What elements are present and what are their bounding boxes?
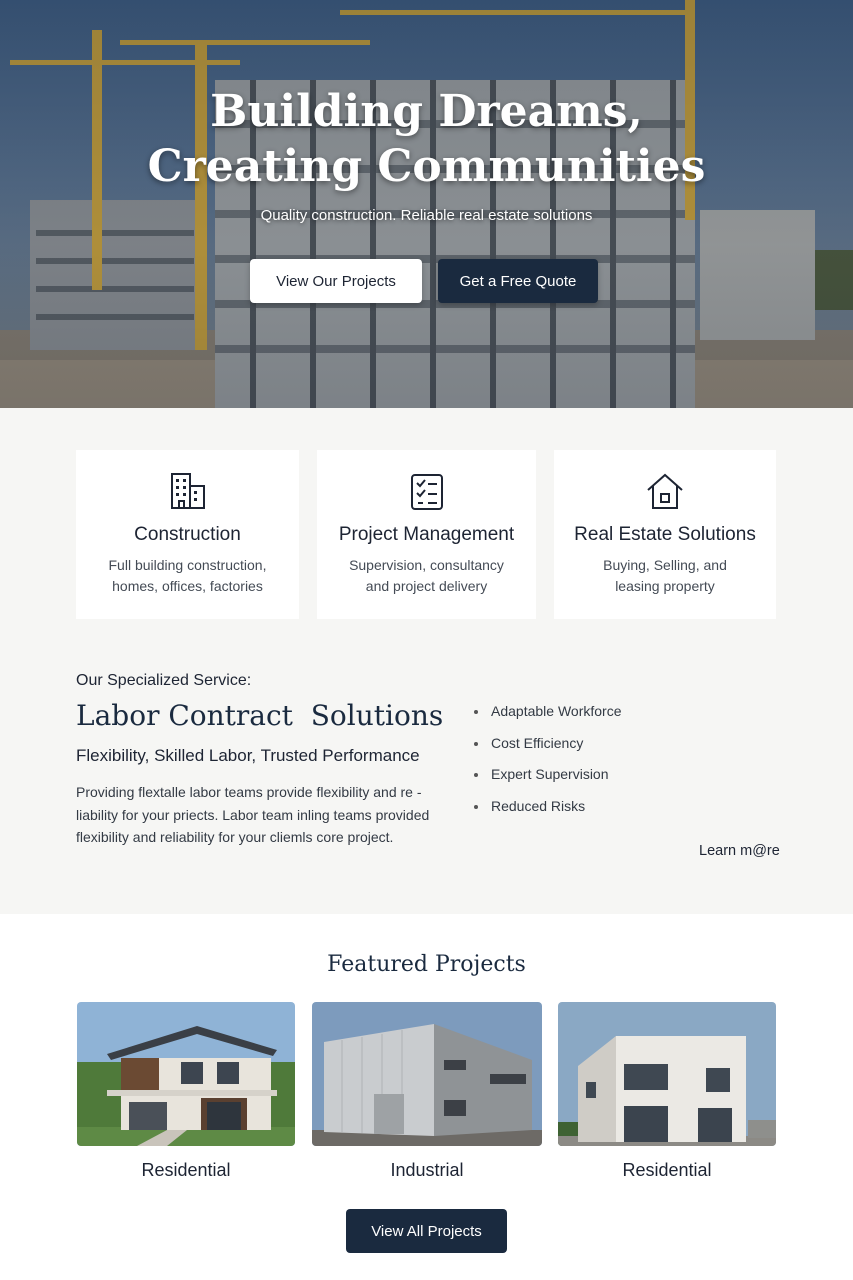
checklist-icon xyxy=(317,470,536,512)
service-description: Buying, Selling, and leasing property xyxy=(572,555,758,597)
specialized-title: Labor Contract Solutions xyxy=(76,699,444,732)
project-label: Residential xyxy=(141,1160,231,1180)
hero-title-line2: Creating Communities xyxy=(147,141,706,192)
hero-subtitle: Quality construction. Reliable real esta… xyxy=(260,207,593,224)
house-icon xyxy=(554,470,776,512)
hero-section: Building Dreams, Creating Communities Qu… xyxy=(0,0,853,408)
project-image-residential-modern[interactable] xyxy=(558,1002,776,1146)
view-projects-button[interactable]: View Our Projects xyxy=(250,259,422,303)
service-description-line: leasing property xyxy=(615,578,715,594)
featured-title: Featured Projects xyxy=(327,952,526,977)
hero-title: Building Dreams, Creating Communities xyxy=(0,84,853,194)
service-title: Project Management xyxy=(338,524,515,545)
service-description: Supervision, consultancy and project del… xyxy=(335,555,518,597)
service-description-line: Buying, Selling, and xyxy=(603,557,727,573)
free-quote-button[interactable]: Get a Free Quote xyxy=(438,259,598,303)
hero-title-line1: Building Dreams, xyxy=(210,86,643,137)
service-description-line: Full building construction, xyxy=(108,557,267,573)
service-card-construction[interactable]: Construction Full building construction,… xyxy=(76,450,299,619)
view-all-projects-button[interactable]: View All Projects xyxy=(346,1209,507,1253)
service-description-line: and project delivery xyxy=(365,578,488,594)
list-item: Adaptable Workforce xyxy=(474,700,621,732)
description-line: liability for your priects. Labor team i… xyxy=(76,806,430,823)
hero-overlay xyxy=(0,0,853,408)
specialized-kicker: Our Specialized Service: xyxy=(76,672,252,689)
learn-more-link[interactable]: Learn m@re xyxy=(699,843,780,859)
project-image-industrial[interactable] xyxy=(312,1002,542,1146)
list-item: Cost Efficiency xyxy=(474,732,621,764)
service-description-line: homes, offices, factories xyxy=(112,578,263,594)
service-card-project-management[interactable]: Project Management Supervision, consulta… xyxy=(317,450,536,619)
description-line: Providing flextalle labor teams provide … xyxy=(76,784,422,800)
benefits-list: Adaptable Workforce Cost Efficiency Expe… xyxy=(474,700,621,827)
service-description-line: Supervision, consultancy xyxy=(349,557,504,573)
project-label: Industrial xyxy=(390,1160,464,1180)
service-card-real-estate[interactable]: Real Estate Solutions Buying, Selling, a… xyxy=(554,450,776,619)
specialized-subtitle: Flexibility, Skilled Labor, Trusted Perf… xyxy=(76,746,420,765)
project-label: Residential xyxy=(622,1160,712,1180)
project-image-residential[interactable] xyxy=(77,1002,295,1146)
list-item: Reduced Risks xyxy=(474,795,621,827)
list-item: Expert Supervision xyxy=(474,763,621,795)
building-icon xyxy=(76,470,299,512)
description-line: flexibility and reliability for your cli… xyxy=(76,829,394,845)
service-title: Construction xyxy=(134,524,241,545)
specialized-description: Providing flextalle labor teams provide … xyxy=(76,781,446,849)
service-title: Real Estate Solutions xyxy=(574,524,756,545)
service-description: Full building construction, homes, offic… xyxy=(94,555,281,597)
